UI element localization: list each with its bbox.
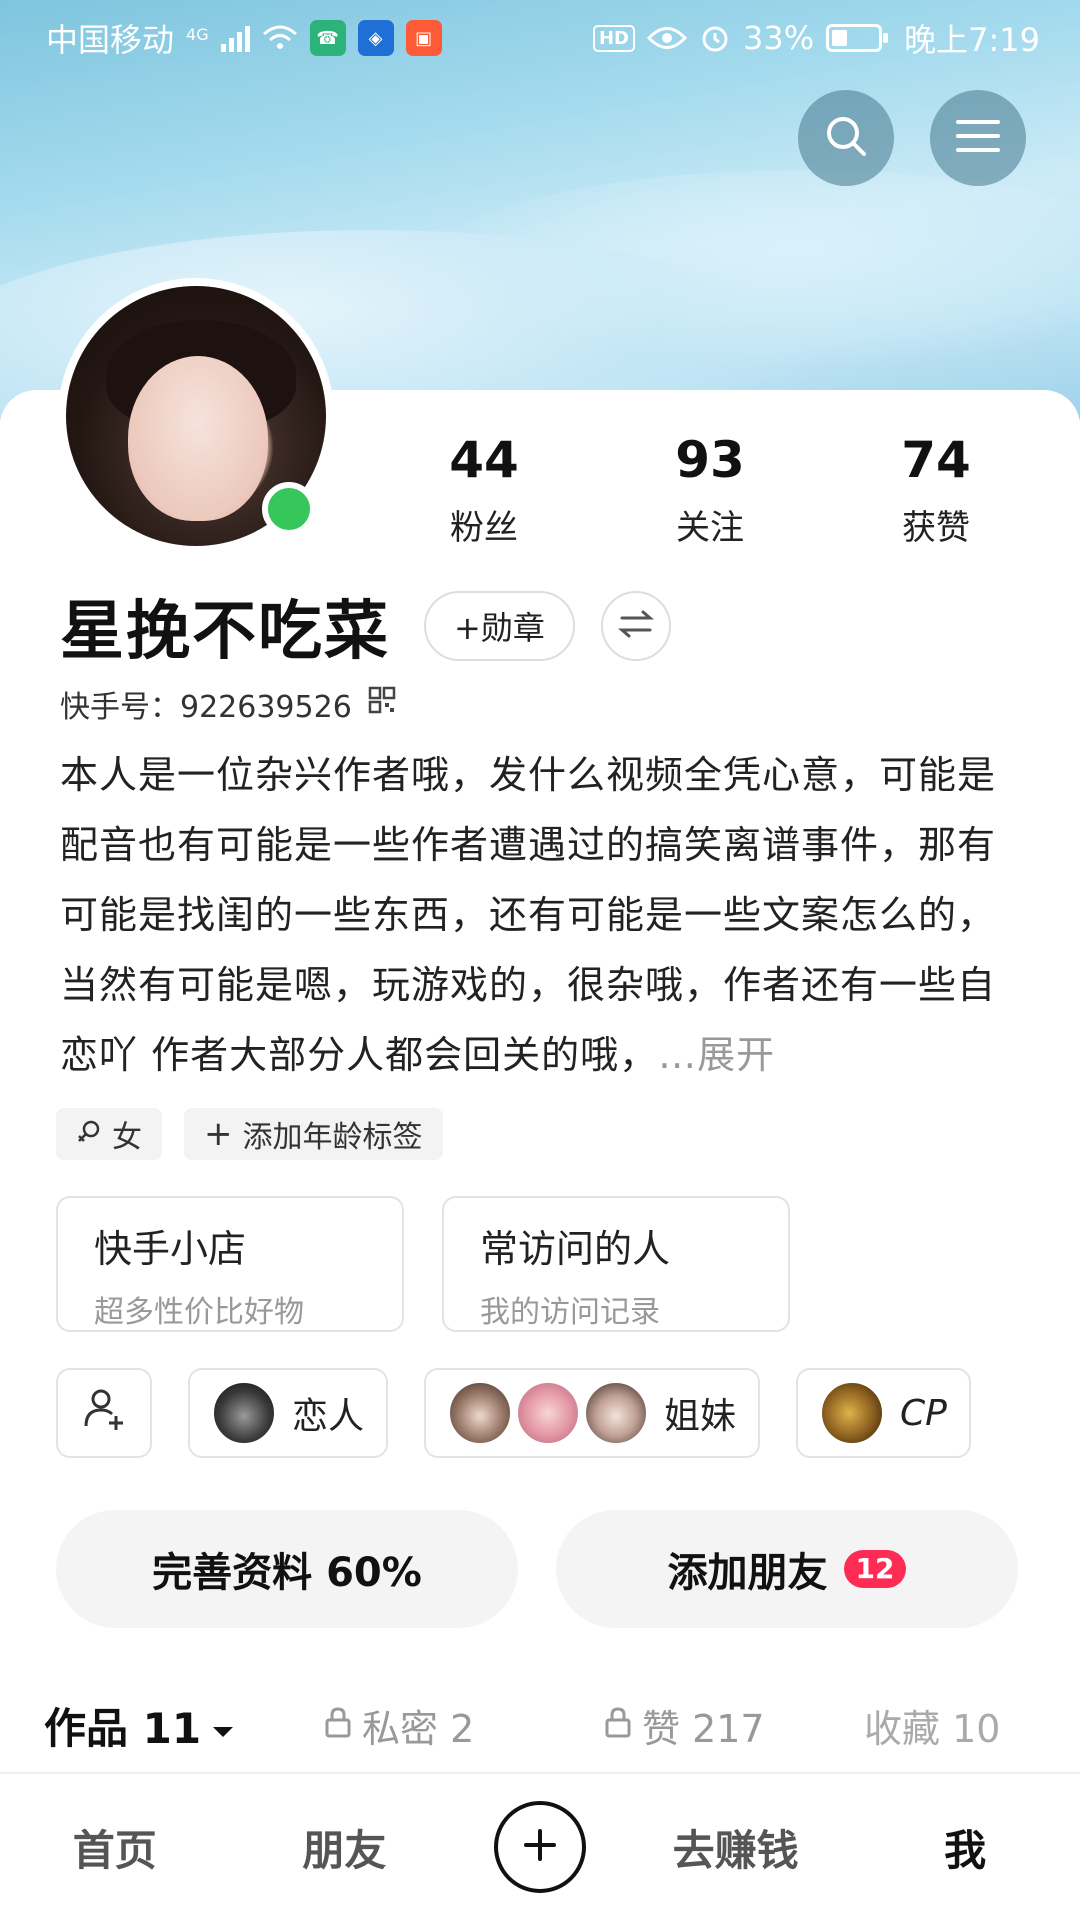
add-friends-label: 添加朋友 xyxy=(667,1550,828,1596)
content-tabs: 作品 11 私密 2 赞 217 收藏 10 xyxy=(0,1680,1080,1770)
search-icon xyxy=(822,112,870,164)
sisters-relation[interactable]: 姐妹 xyxy=(424,1368,761,1458)
add-relation-button[interactable] xyxy=(56,1368,152,1458)
stat-number: 44 xyxy=(449,431,519,489)
card-title: 快手小店 xyxy=(94,1227,247,1271)
battery-level xyxy=(832,30,847,46)
sisters-label: 姐妹 xyxy=(664,1396,737,1437)
shield-app-icon: ◈ xyxy=(357,20,394,56)
card-subtitle: 我的访问记录 xyxy=(480,1295,660,1330)
add-friends-badge: 12 xyxy=(843,1550,907,1588)
stat-label: 获赞 xyxy=(902,508,970,548)
stat-followers[interactable]: 44 粉丝 xyxy=(414,430,554,549)
add-age-label: 添加年龄标签 xyxy=(242,1120,423,1155)
name-row: 星挽不吃菜 +勋章 xyxy=(60,580,671,672)
battery-percent: 33% xyxy=(743,19,815,57)
complete-profile-label: 完善资料 60% xyxy=(152,1550,422,1596)
stat-label: 粉丝 xyxy=(450,508,518,548)
nav-me[interactable]: 我 xyxy=(885,1817,1045,1878)
tab-favorites[interactable]: 收藏 10 xyxy=(864,1698,1000,1753)
kuaishou-id-row[interactable]: 快手号：922639526 xyxy=(60,682,396,726)
qrcode-icon[interactable] xyxy=(368,686,396,722)
tab-likes[interactable]: 赞 217 xyxy=(604,1698,864,1753)
add-person-icon xyxy=(81,1386,127,1441)
feature-cards: 快手小店 超多性价比好物 常访问的人 我的访问记录 xyxy=(56,1196,790,1332)
bio-expand-link[interactable]: …展开 xyxy=(658,1033,775,1077)
tab-likes-label: 赞 217 xyxy=(642,1706,765,1751)
online-status-dot xyxy=(262,482,316,536)
alarm-icon xyxy=(699,22,731,54)
bio-text: 本人是一位杂兴作者哦，发什么视频全凭心意，可能是配音也有可能是一些作者遭遇过的搞… xyxy=(60,753,997,1077)
female-icon xyxy=(76,1117,102,1152)
add-medal-button[interactable]: +勋章 xyxy=(424,591,575,661)
cp-relation[interactable]: CP xyxy=(796,1368,971,1458)
profile-bio: 本人是一位杂兴作者哦，发什么视频全凭心意，可能是配音也有可能是一些作者遭遇过的搞… xyxy=(60,740,1020,1090)
hd-icon: HD xyxy=(592,24,635,52)
status-left: 中国移动 4G ☎ ◈ ▣ xyxy=(46,15,442,61)
tab-works-label: 作品 11 xyxy=(44,1703,202,1753)
lover-avatar xyxy=(212,1381,276,1445)
lover-relation[interactable]: 恋人 xyxy=(188,1368,389,1458)
carrier-label: 中国移动 xyxy=(46,21,175,59)
sister-avatar xyxy=(516,1381,581,1445)
plus-icon: + xyxy=(204,1114,233,1154)
stat-likes[interactable]: 74 获赞 xyxy=(866,430,1006,549)
signal-icon xyxy=(220,24,250,52)
nav-earn[interactable]: 去赚钱 xyxy=(656,1817,816,1878)
complete-profile-button[interactable]: 完善资料 60% xyxy=(56,1510,518,1628)
nav-friends[interactable]: 朋友 xyxy=(264,1817,424,1878)
lock-icon xyxy=(604,1703,632,1747)
sister-avatar xyxy=(584,1381,649,1445)
switch-account-button[interactable] xyxy=(600,591,671,661)
swap-icon xyxy=(617,609,654,643)
stat-label: 关注 xyxy=(676,508,744,548)
create-button[interactable] xyxy=(493,1801,586,1893)
stat-following[interactable]: 93 关注 xyxy=(640,430,780,549)
kuaishou-app-icon: ▣ xyxy=(405,20,442,56)
lock-icon xyxy=(324,1703,352,1747)
profile-tags: 女 + 添加年龄标签 xyxy=(56,1108,443,1160)
network-type: 4G xyxy=(186,25,209,44)
add-friends-button[interactable]: 添加朋友 12 xyxy=(556,1510,1018,1628)
add-age-tag[interactable]: + 添加年龄标签 xyxy=(184,1108,443,1160)
relations-row: 恋人 姐妹 CP xyxy=(56,1368,971,1458)
bottom-nav: 首页 朋友 去赚钱 我 xyxy=(0,1772,1080,1920)
tab-works[interactable]: 作品 11 xyxy=(44,1695,284,1756)
gender-label: 女 xyxy=(112,1120,142,1155)
frequent-visitors-card[interactable]: 常访问的人 我的访问记录 xyxy=(442,1196,790,1332)
plus-icon xyxy=(520,1825,560,1869)
eye-icon xyxy=(647,25,687,51)
battery-icon xyxy=(826,24,889,52)
status-right: HD 33% 晚上7:19 xyxy=(592,15,1040,61)
menu-button[interactable] xyxy=(930,90,1026,186)
clock: 晚上7:19 xyxy=(904,21,1040,59)
cp-avatar xyxy=(820,1381,885,1445)
avatar-face xyxy=(128,356,268,521)
app-notification-icon: ☎ xyxy=(309,20,346,56)
lover-label: 恋人 xyxy=(292,1396,365,1437)
sister-avatar xyxy=(448,1381,513,1445)
stat-number: 74 xyxy=(901,431,971,489)
card-subtitle: 超多性价比好物 xyxy=(94,1295,304,1330)
caret-down-icon xyxy=(211,1701,235,1750)
search-button[interactable] xyxy=(798,90,894,186)
tab-favorites-label: 收藏 10 xyxy=(864,1706,1001,1751)
action-row: 完善资料 60% 添加朋友 12 xyxy=(56,1510,1018,1628)
nav-home[interactable]: 首页 xyxy=(35,1817,195,1878)
stat-number: 93 xyxy=(675,431,745,489)
tab-private-label: 私密 2 xyxy=(362,1706,475,1751)
status-bar: 中国移动 4G ☎ ◈ ▣ HD 33% 晚上7:19 xyxy=(0,0,1080,76)
kuaishou-id-label: 快手号：922639526 xyxy=(60,690,352,725)
gender-tag[interactable]: 女 xyxy=(56,1108,162,1160)
kuaishou-shop-card[interactable]: 快手小店 超多性价比好物 xyxy=(56,1196,404,1332)
wifi-icon xyxy=(262,24,298,52)
nickname[interactable]: 星挽不吃菜 xyxy=(60,580,390,672)
tab-private[interactable]: 私密 2 xyxy=(324,1698,604,1753)
cp-label: CP xyxy=(900,1392,947,1434)
menu-icon xyxy=(955,116,1001,160)
card-title: 常访问的人 xyxy=(480,1227,671,1271)
profile-stats: 44 粉丝 93 关注 74 获赞 xyxy=(400,430,1020,549)
